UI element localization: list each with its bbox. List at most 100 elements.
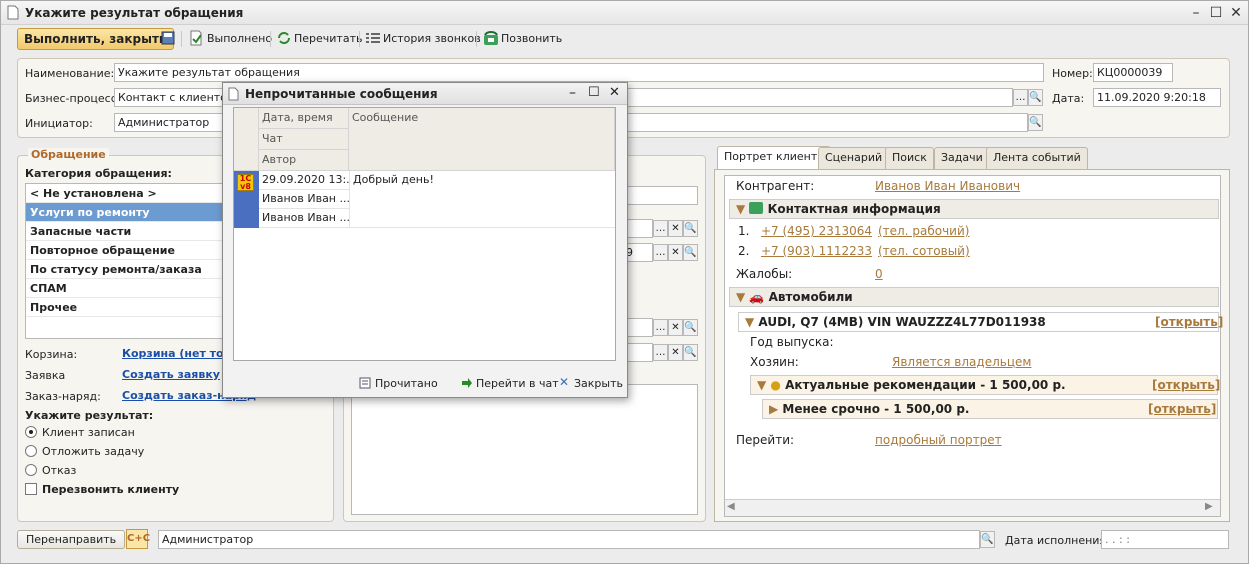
unread-messages-dialog: Непрочитанные сообщения – ☐ ✕ Дата, врем…	[222, 82, 628, 398]
mark-read-button[interactable]: Прочитано	[375, 377, 438, 390]
col-message-header[interactable]: Сообщение	[349, 108, 615, 171]
middle-search-icon-4[interactable]: 🔍	[683, 319, 698, 336]
row-chat-cell[interactable]: Иванов Иван ...	[259, 190, 349, 209]
save-icon[interactable]	[161, 31, 175, 45]
bp-search-icon[interactable]: 🔍	[1028, 89, 1043, 106]
car-icon: 🚗	[749, 290, 765, 304]
messages-grid[interactable]: Дата, время Чат Автор Сообщение 1С v8 29.…	[233, 107, 616, 361]
counterparty-link[interactable]: Иванов Иван Иванович	[875, 179, 1020, 193]
close-button[interactable]: ✕	[1227, 4, 1245, 22]
result-radio-refuse[interactable]	[25, 464, 37, 476]
done-icon	[190, 30, 202, 46]
middle-search-icon-3[interactable]: 🔍	[683, 244, 698, 261]
name-label: Наименование:	[25, 67, 115, 80]
basket-link[interactable]: Корзина (нет тов	[122, 347, 231, 360]
middle-select-button-2[interactable]: …	[653, 220, 668, 237]
phone-index-1: 1.	[738, 224, 750, 238]
phone-link-2[interactable]: +7 (903) 1112233	[761, 244, 872, 258]
cars-header-label: Автомобили	[768, 290, 853, 304]
dialog-close-text-button[interactable]: Закрыть	[574, 377, 623, 390]
tab-search[interactable]: Поиск	[885, 147, 934, 169]
recommendations-label: Актуальные рекомендации - 1 500,00 р.	[785, 378, 1066, 392]
owner-label: Хозяин:	[750, 355, 799, 369]
middle-select-button-3[interactable]: …	[653, 244, 668, 261]
col-chat-header[interactable]: Чат	[259, 129, 349, 150]
phone-type-2[interactable]: (тел. сотовый)	[878, 244, 970, 258]
expand-triangle-icon: ▼	[745, 315, 755, 329]
contact-header-label: Контактная информация	[767, 202, 941, 216]
due-date-field[interactable]: . . : :	[1101, 530, 1229, 549]
bp-select-button[interactable]: …	[1013, 89, 1028, 106]
recommendations-row[interactable]: ▼ ● Актуальные рекомендации - 1 500,00 р…	[750, 375, 1218, 395]
row-datetime-cell[interactable]: 29.09.2020 13:...	[259, 171, 349, 190]
date-label: Дата:	[1052, 92, 1085, 105]
horizontal-scrollbar[interactable]: ◀ ▶	[725, 499, 1220, 516]
car-row[interactable]: ▼ AUDI, Q7 (4MB) VIN WAUZZZ4L77D011938	[738, 312, 1219, 332]
assignee-icon[interactable]: C+C	[126, 529, 150, 549]
contact-section-header[interactable]: ▼ Контактная информация	[729, 199, 1219, 219]
result-label: Укажите результат:	[25, 409, 154, 422]
call-button[interactable]: Позвонить	[497, 29, 566, 49]
window-title: Укажите результат обращения	[25, 6, 244, 20]
cars-section-header[interactable]: ▼ 🚗 Автомобили	[729, 287, 1219, 307]
middle-search-icon-5[interactable]: 🔍	[683, 344, 698, 361]
document-icon	[228, 87, 239, 101]
tab-tasks[interactable]: Задачи	[934, 147, 990, 169]
scroll-right-icon[interactable]: ▶	[1205, 501, 1213, 512]
open-car-link[interactable]: [открыть]	[1155, 315, 1223, 329]
middle-clear-icon-5[interactable]: ✕	[668, 344, 683, 361]
reread-button[interactable]: Перечитать	[290, 29, 366, 49]
col-datetime-header[interactable]: Дата, время	[259, 108, 349, 129]
middle-search-icon-2[interactable]: 🔍	[683, 220, 698, 237]
goto-detailed-link[interactable]: подробный портрет	[875, 433, 1002, 447]
refresh-icon	[278, 32, 290, 44]
open-recommendations-link[interactable]: [открыть]	[1152, 378, 1220, 392]
middle-clear-icon-4[interactable]: ✕	[668, 319, 683, 336]
middle-select-button-5[interactable]: …	[653, 344, 668, 361]
goto-label: Перейти:	[736, 433, 795, 447]
phone-link-1[interactable]: +7 (495) 2313064	[761, 224, 872, 238]
middle-clear-icon-3[interactable]: ✕	[668, 244, 683, 261]
dialog-title-bar: Непрочитанные сообщения – ☐ ✕	[223, 83, 627, 105]
dialog-close-button[interactable]: ✕	[609, 85, 620, 100]
owner-link[interactable]: Является владельцем	[892, 355, 1031, 369]
dialog-minimize-button[interactable]: –	[569, 85, 576, 101]
result-radio-postpone[interactable]	[25, 445, 37, 457]
phone-type-1[interactable]: (тел. рабочий)	[878, 224, 969, 238]
tab-scenario[interactable]: Сценарий	[818, 147, 890, 169]
year-label: Год выпуска:	[750, 335, 834, 349]
dialog-maximize-button[interactable]: ☐	[588, 85, 600, 100]
initiator-search-icon[interactable]: 🔍	[1028, 114, 1043, 131]
assignee-search-icon[interactable]: 🔍	[980, 531, 995, 548]
maximize-button[interactable]: ☐	[1207, 4, 1225, 22]
name-field[interactable]: Укажите результат обращения	[114, 63, 1044, 82]
row-author-cell[interactable]: Иванов Иван ...	[259, 209, 349, 228]
scroll-left-icon[interactable]: ◀	[727, 501, 735, 512]
assignee-field[interactable]: Администратор	[158, 530, 980, 549]
goto-chat-button[interactable]: Перейти в чат	[476, 377, 559, 390]
call-history-button[interactable]: История звонков	[379, 29, 485, 49]
middle-clear-icon-2[interactable]: ✕	[668, 220, 683, 237]
col-author-header[interactable]: Автор	[259, 150, 349, 171]
toolbar: Выполнить, закрыть Выполнено Перечитать …	[1, 25, 1248, 53]
row-message-cell[interactable]: Добрый день!	[349, 171, 615, 228]
minimize-button[interactable]: –	[1187, 4, 1205, 22]
order-label: Заявка	[25, 369, 66, 382]
due-date-label: Дата исполнения:	[1005, 534, 1110, 547]
date-field[interactable]: 11.09.2020 9:20:18	[1093, 88, 1221, 107]
workorder-label: Заказ-наряд:	[25, 390, 101, 403]
complaints-link[interactable]: 0	[875, 267, 883, 281]
tab-client-portrait[interactable]: Портрет клиента	[717, 146, 831, 170]
open-less-urgent-link[interactable]: [открыть]	[1148, 402, 1216, 416]
create-order-link[interactable]: Создать заявку	[122, 368, 220, 381]
redirect-button[interactable]: Перенаправить	[17, 530, 126, 549]
tab-event-feed[interactable]: Лента событий	[986, 147, 1088, 169]
comment-textarea[interactable]	[351, 384, 698, 515]
result-radio-booked[interactable]	[25, 426, 37, 438]
middle-select-button-4[interactable]: …	[653, 319, 668, 336]
callback-checkbox[interactable]	[25, 483, 37, 495]
execute-close-button[interactable]: Выполнить, закрыть	[17, 28, 174, 50]
number-field[interactable]: КЦ0000039	[1093, 63, 1173, 82]
done-button[interactable]: Выполнено	[203, 29, 276, 49]
expand-triangle-icon: ▶	[769, 402, 779, 416]
